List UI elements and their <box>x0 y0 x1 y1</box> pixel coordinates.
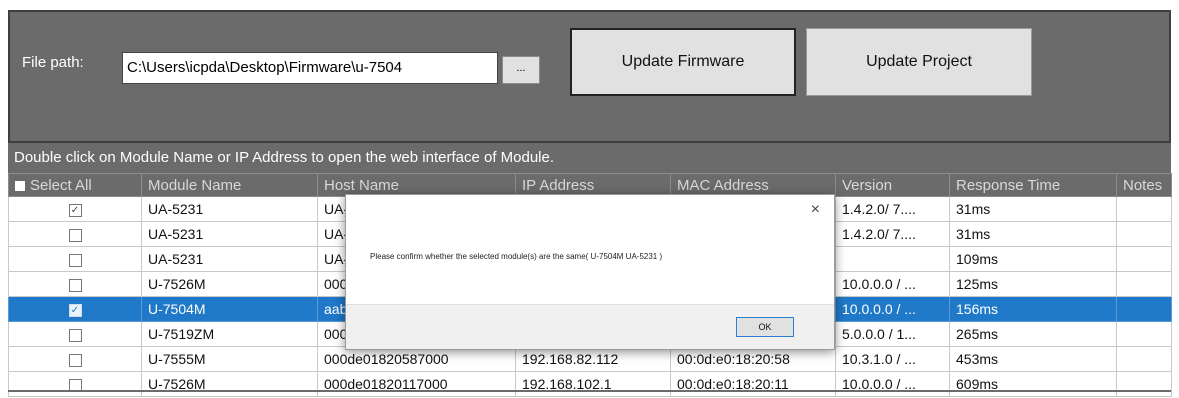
module-name-cell[interactable]: U-7519ZM <box>141 321 318 347</box>
browse-button[interactable]: ... <box>502 56 540 84</box>
row-checkbox-cell <box>8 371 142 397</box>
response-time-cell: 156ms <box>949 296 1117 322</box>
notes-cell <box>1116 221 1172 247</box>
version-cell: 10.0.0.0 / ... <box>835 296 950 322</box>
version-cell <box>835 246 950 272</box>
row-checkbox-cell <box>8 271 142 297</box>
column-header-version[interactable]: Version <box>835 173 950 197</box>
ip-address-cell[interactable]: 192.168.82.112 <box>515 346 671 372</box>
module-name-cell[interactable]: UA-5231 <box>141 221 318 247</box>
response-time-cell: 265ms <box>949 321 1117 347</box>
notes-cell <box>1116 321 1172 347</box>
row-checkbox-cell: ✓ <box>8 296 142 322</box>
notes-cell <box>1116 246 1172 272</box>
row-checkbox-cell <box>8 321 142 347</box>
response-time-cell: 609ms <box>949 371 1117 397</box>
column-header-notes[interactable]: Notes <box>1116 173 1172 197</box>
ip-address-cell[interactable]: 192.168.102.1 <box>515 371 671 397</box>
host-name-cell: 000de01820117000 <box>317 371 516 397</box>
version-cell: 5.0.0.0 / 1... <box>835 321 950 347</box>
confirm-dialog: × Please confirm whether the selected mo… <box>345 194 835 350</box>
checked-checkbox-icon[interactable]: ✓ <box>68 203 82 217</box>
toolbar-panel: File path: C:\Users\icpda\Desktop\Firmwa… <box>8 10 1171 143</box>
version-cell: 10.0.0.0 / ... <box>835 371 950 397</box>
update-firmware-button[interactable]: Update Firmware <box>570 28 796 96</box>
version-cell: 10.3.1.0 / ... <box>835 346 950 372</box>
table-row[interactable]: U-7526M 000de01820117000 192.168.102.1 00:0… <box>8 371 1172 397</box>
version-cell: 1.4.2.0/ 7.... <box>835 221 950 247</box>
unchecked-checkbox-icon[interactable] <box>68 278 82 292</box>
module-name-cell[interactable]: UA-5231 <box>141 246 318 272</box>
ok-button[interactable]: OK <box>736 317 794 337</box>
host-name-cell: 000de01820587000 <box>317 346 516 372</box>
select-all-header[interactable]: Select All <box>8 173 142 197</box>
dialog-message: Please confirm whether the selected modu… <box>370 252 663 261</box>
checked-checkbox-icon[interactable]: ✓ <box>68 303 82 317</box>
version-cell: 10.0.0.0 / ... <box>835 271 950 297</box>
module-name-cell[interactable]: U-7526M <box>141 371 318 397</box>
row-checkbox-cell <box>8 346 142 372</box>
unchecked-checkbox-icon[interactable] <box>68 353 82 367</box>
firmware-update-window: File path: C:\Users\icpda\Desktop\Firmwa… <box>0 0 1179 398</box>
response-time-cell: 109ms <box>949 246 1117 272</box>
bottom-divider <box>8 390 1171 392</box>
unchecked-checkbox-icon[interactable] <box>68 253 82 267</box>
module-name-cell[interactable]: U-7555M <box>141 346 318 372</box>
module-name-cell[interactable]: UA-5231 <box>141 196 318 222</box>
unchecked-checkbox-icon[interactable] <box>68 228 82 242</box>
row-checkbox-cell <box>8 246 142 272</box>
file-path-input[interactable]: C:\Users\icpda\Desktop\Firmware\u-7504 <box>122 52 498 84</box>
mac-address-cell: 00:0d:e0:18:20:58 <box>670 346 836 372</box>
response-time-cell: 31ms <box>949 221 1117 247</box>
response-time-cell: 453ms <box>949 346 1117 372</box>
info-text: Double click on Module Name or IP Addres… <box>8 143 1171 173</box>
row-checkbox-cell <box>8 221 142 247</box>
response-time-cell: 31ms <box>949 196 1117 222</box>
update-project-button[interactable]: Update Project <box>806 28 1032 96</box>
notes-cell <box>1116 371 1172 397</box>
select-all-label: Select All <box>30 176 92 194</box>
version-cell: 1.4.2.0/ 7.... <box>835 196 950 222</box>
notes-cell <box>1116 346 1172 372</box>
row-checkbox-cell: ✓ <box>8 196 142 222</box>
column-header-module-name[interactable]: Module Name <box>141 173 318 197</box>
unchecked-checkbox-icon[interactable] <box>68 328 82 342</box>
response-time-cell: 125ms <box>949 271 1117 297</box>
column-header-response-time[interactable]: Response Time <box>949 173 1117 197</box>
module-name-cell[interactable]: U-7526M <box>141 271 318 297</box>
dialog-footer: OK <box>346 304 834 349</box>
module-name-cell[interactable]: U-7504M <box>141 296 318 322</box>
notes-cell <box>1116 196 1172 222</box>
mac-address-cell: 00:0d:e0:18:20:11 <box>670 371 836 397</box>
table-row[interactable]: U-7555M 000de01820587000 192.168.82.112 00:… <box>8 346 1172 372</box>
file-path-label: File path: <box>22 54 84 71</box>
notes-cell <box>1116 271 1172 297</box>
notes-cell <box>1116 296 1172 322</box>
close-icon[interactable]: × <box>811 201 820 219</box>
select-all-checkbox-icon[interactable] <box>15 180 25 191</box>
